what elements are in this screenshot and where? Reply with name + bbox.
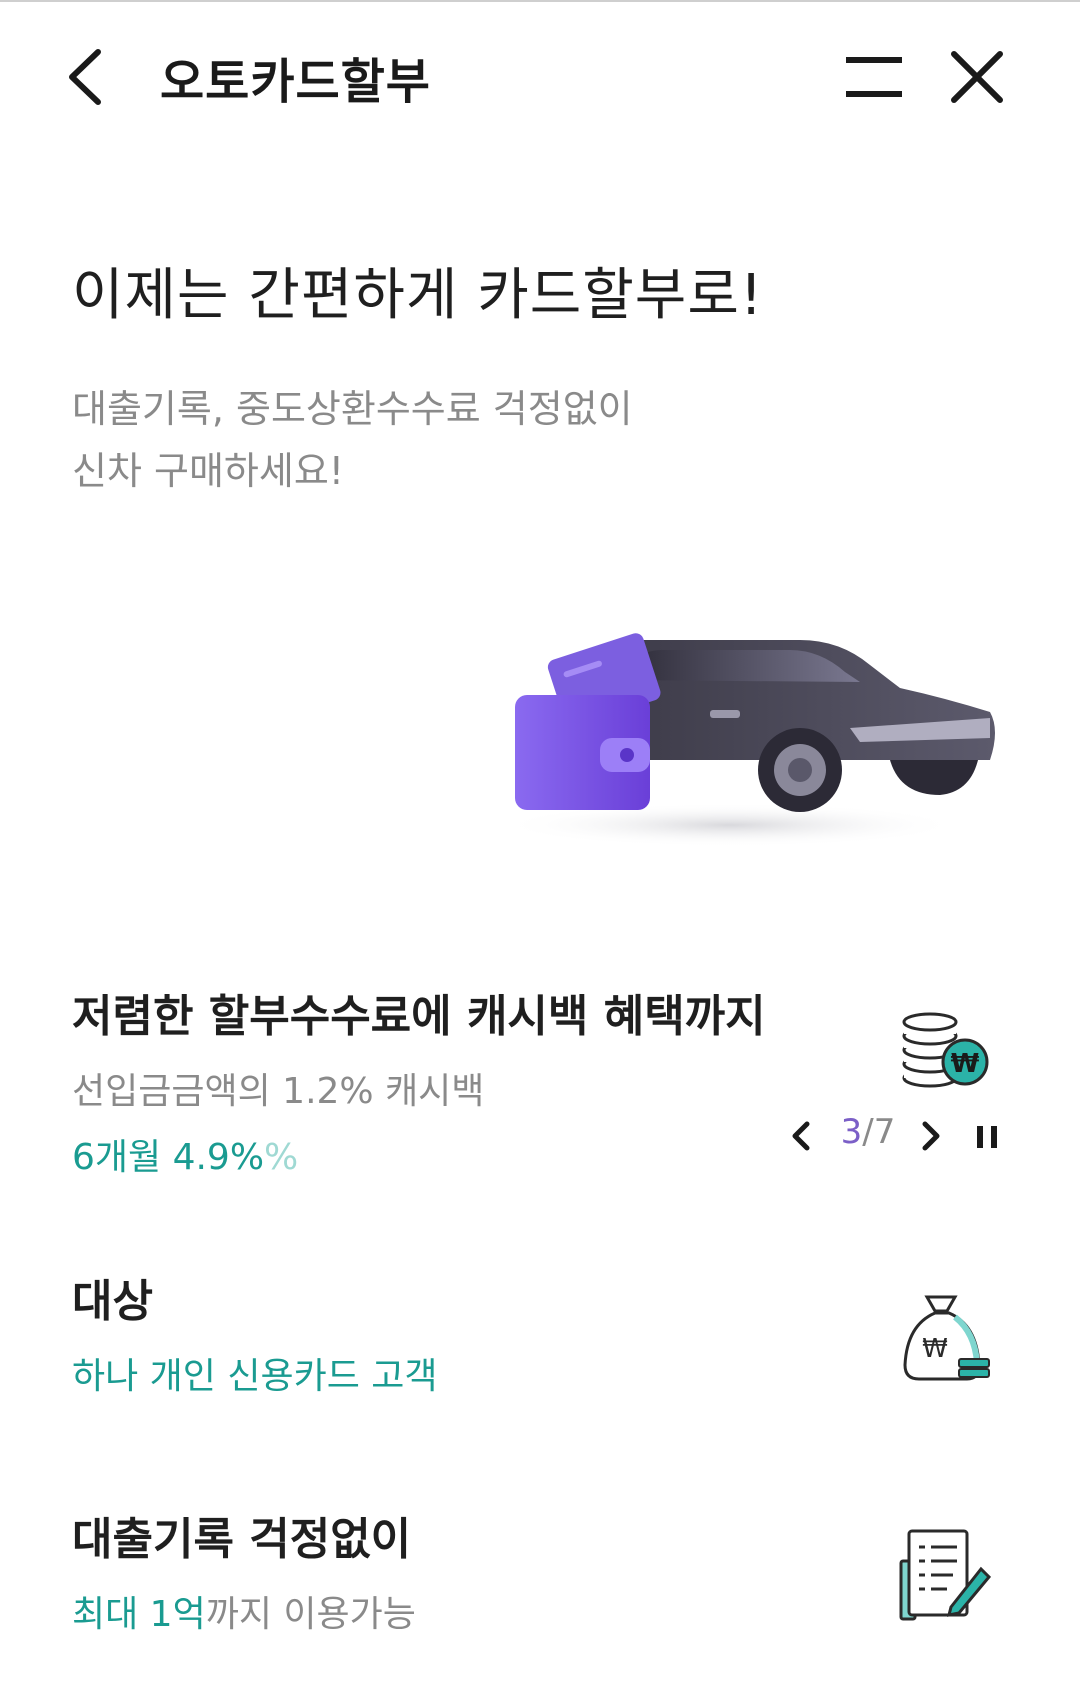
page-title: 오토카드할부 <box>160 54 431 110</box>
carousel-counter: 3/7 <box>830 1112 906 1152</box>
document-pen-icon <box>893 1525 993 1625</box>
menu-icon <box>846 57 902 97</box>
carousel-current: 3 <box>840 1112 863 1152</box>
hero-headline: 이제는 간편하게 카드할부로! <box>72 263 764 328</box>
status-divider <box>0 0 1080 2</box>
svg-text:₩: ₩ <box>951 1049 980 1079</box>
chevron-left-icon <box>69 49 101 105</box>
feature-title: 대출기록 걱정없이 <box>72 1514 412 1565</box>
chevron-right-icon <box>922 1121 940 1151</box>
hero-subtext: 대출기록, 중도상환수수료 걱정없이 신차 구매하세요! <box>72 378 633 502</box>
app-header: 오토카드할부 <box>0 30 1080 120</box>
feature-highlight-text: 6개월 4.9% <box>72 1137 265 1178</box>
feature-desc-rest: 까지 이용가능 <box>205 1594 416 1635</box>
carousel-total: 7 <box>873 1112 896 1152</box>
coin-stack-cashback-icon: ₩ <box>895 1000 995 1100</box>
carousel-prev-button[interactable] <box>785 1114 819 1158</box>
pause-icon <box>977 1126 997 1148</box>
carousel-pause-button[interactable] <box>971 1114 1005 1158</box>
feature-title: 저렴한 할부수수료에 캐시백 혜택까지 <box>72 991 766 1042</box>
carousel-controls: 3/7 <box>785 1112 1015 1162</box>
hero-subtext-line1: 대출기록, 중도상환수수료 걱정없이 <box>72 387 633 431</box>
feature-target: 대상 하나 개인 신용카드 고객 <box>72 1265 1012 1399</box>
back-button[interactable] <box>58 42 118 112</box>
feature-desc: 하나 개인 신용카드 고객 <box>72 1356 438 1397</box>
carousel-next-button[interactable] <box>913 1114 947 1158</box>
close-icon <box>951 51 1003 103</box>
money-bag-icon: ₩ <box>895 1285 995 1385</box>
svg-text:₩: ₩ <box>922 1334 948 1364</box>
close-button[interactable] <box>948 48 1008 108</box>
hero-subtext-line2: 신차 구매하세요! <box>72 449 345 493</box>
feature-highlight-ghost: % <box>264 1137 299 1178</box>
car-wallet-icon <box>500 633 995 847</box>
carousel-separator: / <box>862 1112 874 1152</box>
feature-no-loan-record: 대출기록 걱정없이 최대 1억까지 이용가능 <box>72 1503 1012 1637</box>
feature-title: 대상 <box>72 1276 153 1327</box>
chevron-left-icon <box>792 1121 810 1151</box>
car-wallet-illustration <box>500 620 1000 860</box>
feature-desc: 선입금금액의 1.2% 캐시백 <box>72 1071 485 1112</box>
feature-desc: 최대 1억까지 이용가능 <box>72 1585 1012 1637</box>
menu-button[interactable] <box>840 48 910 108</box>
feature-desc-highlight: 최대 1억 <box>72 1594 206 1635</box>
